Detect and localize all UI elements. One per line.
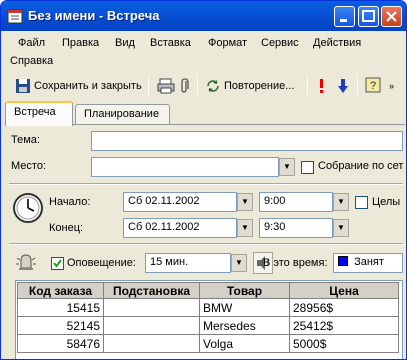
toolbar-separator <box>357 76 358 95</box>
save-close-label: Сохранить и закрыть <box>34 80 142 92</box>
lookup-cell <box>103 298 200 317</box>
column-header-lookup[interactable]: Подстановка <box>103 282 200 299</box>
tab-strip: Встреча Планирование <box>5 101 405 126</box>
start-time-input[interactable]: 9:00 <box>259 192 333 212</box>
toolbar-separator <box>197 76 198 95</box>
location-dropdown[interactable]: ▼ <box>279 158 295 176</box>
reminder-select[interactable]: 15 мин. <box>145 253 231 273</box>
busy-swatch <box>338 256 348 266</box>
importance-high-button[interactable] <box>317 76 327 96</box>
importance-low-button[interactable] <box>337 76 349 96</box>
subject-label: Тема: <box>11 134 40 146</box>
appointment-window: Без имени - Встреча Файл Правка Вид Вста… <box>0 0 407 360</box>
menu-help[interactable]: Справка <box>10 55 53 67</box>
price-cell: 25412$ <box>289 316 399 335</box>
start-label: Начало: <box>49 196 91 208</box>
lookup-cell <box>103 316 200 335</box>
arrow-down-icon <box>338 79 348 93</box>
menu-view[interactable]: Вид <box>115 37 135 49</box>
divider <box>9 183 403 185</box>
tab-appointment[interactable]: Встреча <box>5 101 73 126</box>
checkmark-icon <box>53 259 62 268</box>
start-time-dropdown[interactable]: ▼ <box>333 193 349 211</box>
title-bar[interactable]: Без имени - Встреча <box>1 1 406 31</box>
reminder-dropdown[interactable]: ▼ <box>231 254 247 272</box>
clock-icon <box>13 193 43 223</box>
paperclip-icon <box>181 78 189 93</box>
assistant-icon: ? <box>365 77 381 93</box>
appointment-icon <box>7 9 23 24</box>
end-date-input[interactable]: Сб 02.11.2002 <box>123 218 237 238</box>
lookup-cell <box>103 334 200 353</box>
menu-actions[interactable]: Действия <box>313 37 361 49</box>
toolbar-separator <box>148 76 149 95</box>
subject-input[interactable] <box>91 131 403 151</box>
show-as-value: Занят <box>354 256 384 268</box>
show-as-label: В это время: <box>263 257 328 269</box>
toolbar: Сохранить и закрыть Повторение... ? » <box>9 74 399 98</box>
exclamation-icon <box>320 79 323 93</box>
assistant-button[interactable]: ? <box>365 76 383 96</box>
order-code-cell: 58476 <box>17 334 104 353</box>
online-meeting-label: Собрание по сет <box>318 160 404 172</box>
end-date-dropdown[interactable]: ▼ <box>237 219 253 237</box>
save-icon <box>16 79 30 93</box>
table-row[interactable]: 15415 BMW 28956$ <box>17 298 399 317</box>
menu-format[interactable]: Формат <box>208 37 247 49</box>
menu-file[interactable]: Файл <box>18 37 45 49</box>
tab-scheduling-label: Планирование <box>84 108 160 120</box>
printer-icon <box>157 78 175 94</box>
menu-edit[interactable]: Правка <box>62 37 99 49</box>
end-time-dropdown[interactable]: ▼ <box>333 219 349 237</box>
menu-bar: Файл Правка Вид Вставка Формат Сервис Де… <box>9 34 399 72</box>
svg-text:?: ? <box>370 80 376 92</box>
start-date-dropdown[interactable]: ▼ <box>237 193 253 211</box>
end-label: Конец: <box>49 222 84 234</box>
bell-icon <box>16 254 36 270</box>
menu-tools[interactable]: Сервис <box>261 37 299 49</box>
print-button[interactable] <box>157 76 175 96</box>
order-code-cell: 15415 <box>17 298 104 317</box>
table-row[interactable]: 58476 Volga 5000$ <box>17 334 399 353</box>
toolbar-separator <box>307 76 308 95</box>
close-button[interactable] <box>381 6 402 27</box>
all-day-label: Целы <box>372 196 401 208</box>
product-cell: BMW <box>199 298 290 317</box>
minimize-button[interactable] <box>334 6 355 27</box>
reminder-label: Оповещение: <box>67 257 136 269</box>
orders-table: Код заказа Подстановка Товар Цена 15415 … <box>17 282 399 353</box>
online-meeting-checkbox[interactable] <box>301 161 314 174</box>
attach-button[interactable] <box>179 76 191 96</box>
menu-insert[interactable]: Вставка <box>150 37 191 49</box>
save-close-button[interactable]: Сохранить и закрыть <box>15 76 142 96</box>
show-as-select[interactable]: Занят <box>333 253 403 273</box>
order-code-cell: 52145 <box>17 316 104 335</box>
location-label: Место: <box>11 160 46 172</box>
price-cell: 28956$ <box>289 298 399 317</box>
tab-scheduling[interactable]: Планирование <box>75 104 170 125</box>
recurrence-label: Повторение... <box>224 80 295 92</box>
start-date-input[interactable]: Сб 02.11.2002 <box>123 192 237 212</box>
column-header-price[interactable]: Цена <box>289 282 399 299</box>
toolbar-overflow-icon[interactable]: » <box>389 76 394 96</box>
location-input[interactable] <box>91 157 279 177</box>
product-cell: Volga <box>199 334 290 353</box>
recurrence-icon <box>207 80 219 92</box>
all-day-checkbox[interactable] <box>355 196 368 209</box>
divider <box>9 243 403 245</box>
recurrence-button[interactable]: Повторение... <box>205 76 294 96</box>
end-time-input[interactable]: 9:30 <box>259 218 333 238</box>
price-cell: 5000$ <box>289 334 399 353</box>
maximize-button[interactable] <box>358 6 379 27</box>
window-title: Без имени - Встреча <box>28 8 160 23</box>
table-row[interactable]: 52145 Mersedes 25412$ <box>17 316 399 335</box>
column-header-product[interactable]: Товар <box>199 282 290 299</box>
reminder-checkbox[interactable] <box>51 257 64 270</box>
tab-appointment-label: Встреча <box>14 106 56 118</box>
product-cell: Mersedes <box>199 316 290 335</box>
column-header-order-code[interactable]: Код заказа <box>17 282 104 299</box>
